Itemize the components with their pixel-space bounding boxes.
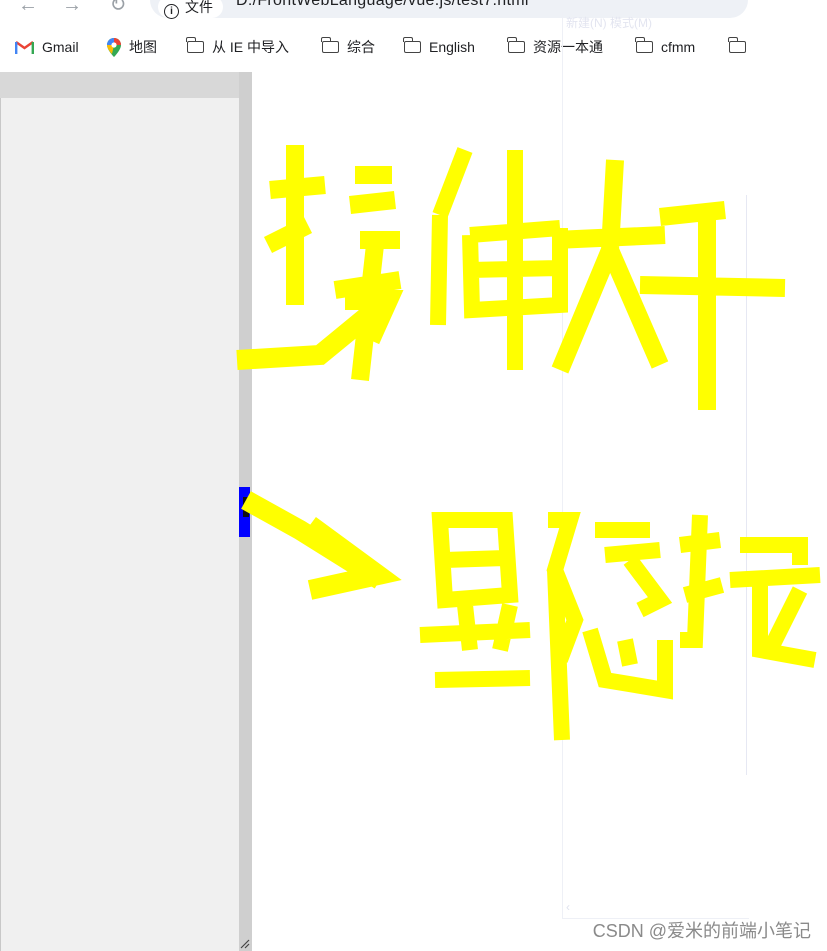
annotation-char-7 [679, 514, 821, 668]
annotation-char-6 [546, 512, 673, 741]
arrow-to-toggle [241, 491, 402, 600]
annotation-char-3 [551, 159, 669, 374]
csdn-watermark: CSDN @爱米的前端小笔记 [592, 921, 811, 941]
annotation-char-5 [419, 512, 531, 688]
annotation-stroke-group [236, 145, 821, 741]
annotation-char-2 [430, 147, 568, 370]
handwritten-annotations [236, 145, 821, 741]
